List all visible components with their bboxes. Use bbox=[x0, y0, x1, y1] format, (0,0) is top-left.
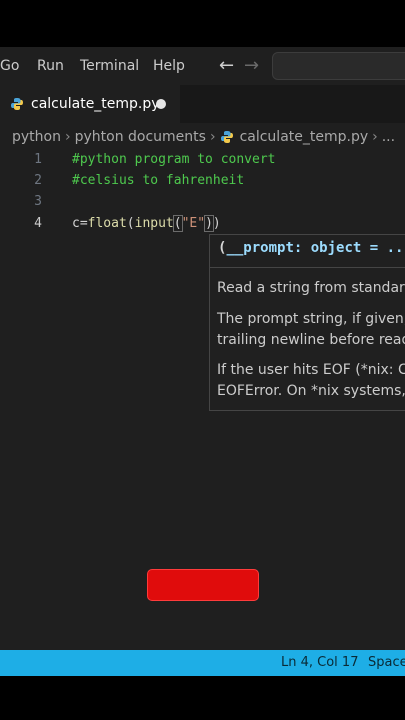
hover-signature: (__prompt: object = ... bbox=[218, 240, 405, 256]
hover-doc-line: The prompt string, if given, bbox=[217, 311, 405, 327]
chevron-right-icon: › bbox=[209, 129, 216, 145]
arrow-left-icon[interactable]: ← bbox=[219, 55, 237, 76]
top-letterbox bbox=[0, 0, 405, 47]
menu-bar: Go Run Terminal Help ← → bbox=[0, 47, 405, 85]
breadcrumb-file[interactable]: calculate_temp.py bbox=[240, 129, 369, 145]
breadcrumb-more[interactable]: ... bbox=[382, 129, 395, 145]
code-string: "E" bbox=[181, 216, 206, 231]
line-text: #python program to convert bbox=[72, 152, 276, 167]
line-number: 2 bbox=[34, 173, 42, 188]
code-assign: c= bbox=[72, 216, 88, 231]
chevron-right-icon: › bbox=[64, 129, 71, 145]
tab-calculate-temp[interactable]: calculate_temp.py bbox=[0, 85, 180, 123]
command-center-search[interactable] bbox=[272, 52, 405, 80]
hover-doc-line: Read a string from standard bbox=[217, 280, 405, 296]
code-line: 2 #celsius to fahrenheit bbox=[0, 170, 405, 191]
bottom-letterbox bbox=[0, 676, 405, 720]
status-bar: Ln 4, Col 17 Spaces bbox=[0, 650, 405, 676]
line-text: #celsius to fahrenheit bbox=[72, 173, 245, 188]
indentation-status[interactable]: Spaces bbox=[368, 655, 405, 670]
breadcrumb-documents[interactable]: pyhton documents bbox=[75, 129, 206, 145]
red-highlight-bar bbox=[147, 569, 259, 601]
python-file-icon bbox=[11, 98, 23, 110]
hover-tooltip[interactable]: (__prompt: object = ... Read a string fr… bbox=[209, 234, 405, 411]
code-paren: ( bbox=[172, 215, 183, 232]
code-line: 3 bbox=[0, 191, 405, 212]
breadcrumb-python[interactable]: python bbox=[12, 129, 61, 145]
arrow-right-icon[interactable]: → bbox=[244, 55, 262, 76]
menu-help[interactable]: Help bbox=[153, 58, 185, 74]
breadcrumb: python › pyhton documents › calculate_te… bbox=[0, 123, 405, 151]
code-paren: ( bbox=[126, 216, 135, 231]
code-line-active: 4 c=float(input("E")) bbox=[0, 213, 405, 234]
hover-doc-line: EOFError. On *nix systems, bbox=[217, 383, 405, 399]
menu-run[interactable]: Run bbox=[37, 58, 64, 74]
menu-terminal[interactable]: Terminal bbox=[80, 58, 139, 74]
code-fn-float: float bbox=[87, 216, 127, 231]
code-paren: ) bbox=[212, 216, 221, 231]
hover-doc-line: If the user hits EOF (*nix: Ct bbox=[217, 362, 405, 378]
cursor-position[interactable]: Ln 4, Col 17 bbox=[281, 655, 358, 670]
line-number: 1 bbox=[34, 152, 42, 167]
code-fn-input: input bbox=[134, 216, 174, 231]
tab-bar: calculate_temp.py bbox=[0, 85, 405, 123]
unsaved-dot-icon[interactable] bbox=[156, 99, 166, 109]
line-number: 3 bbox=[34, 194, 42, 209]
tab-label: calculate_temp.py bbox=[31, 96, 160, 112]
menu-go[interactable]: Go bbox=[0, 58, 19, 74]
code-paren: ) bbox=[204, 215, 214, 232]
code-line: 1 #python program to convert bbox=[0, 149, 405, 170]
python-file-icon bbox=[220, 131, 233, 143]
line-text: c=float(input("E")) bbox=[72, 213, 221, 234]
chevron-right-icon: › bbox=[372, 129, 378, 145]
hover-doc-line: trailing newline before read bbox=[217, 332, 405, 348]
hover-divider bbox=[210, 267, 405, 268]
line-number: 4 bbox=[34, 216, 42, 231]
